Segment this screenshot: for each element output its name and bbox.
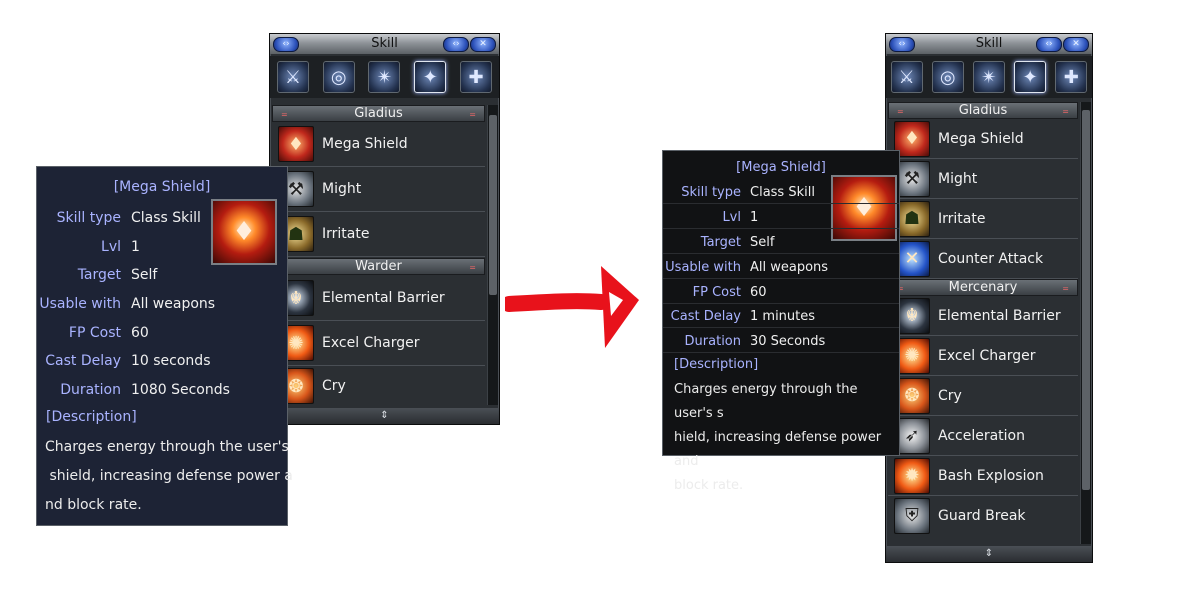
window-title: Skill (371, 36, 398, 51)
skill-name: Cry (938, 387, 962, 404)
skill-name: Irritate (322, 226, 370, 242)
skill-tooltip-before: [Mega Shield] ♦ Skill type Class Skill Lv… (36, 166, 293, 526)
shatter-icon[interactable]: ✴ (972, 61, 1005, 93)
skill-item-mega-shield[interactable]: ♦ Mega Shield (272, 122, 485, 167)
skill-item-acceleration[interactable]: ➶ Acceleration (888, 416, 1078, 456)
tooltip-row-fp-cost: FP Cost 60 (68, 325, 149, 341)
skill-item-irritate[interactable]: ☗ Irritate (272, 212, 485, 257)
skill-name: Might (938, 170, 978, 187)
holy-star-icon[interactable]: ✦ (414, 61, 447, 93)
skill-window-before: Skill ‹› ‹› ✕ ⚔ ◎ ✴ ✦ ✚ = Gladius = ♦ Mega… (269, 33, 500, 425)
target-icon[interactable]: ◎ (322, 61, 355, 93)
shield-emblem-icon: ♦ (211, 199, 277, 265)
tooltip-row-skill-type: Skill type Class Skill (56, 210, 201, 226)
close-button[interactable]: ✕ (1063, 37, 1089, 52)
skill-name: Irritate (938, 210, 986, 227)
tooltip-title: [Mega Shield] (736, 160, 826, 175)
scrollbar-thumb[interactable] (489, 115, 497, 295)
tooltip-row-usable-with: Usable with All weapons (663, 256, 899, 279)
skill-item-might[interactable]: ⚒ Might (888, 159, 1078, 199)
tooltip-description: Charges energy through the user's shield… (45, 439, 293, 513)
help-button[interactable]: ‹› (443, 37, 469, 52)
skill-name: Might (322, 181, 362, 197)
skill-item-excel-charger[interactable]: ✺ Excel Charger (888, 336, 1078, 376)
skill-tab-row: ⚔ ◎ ✴ ✦ ✚ (270, 56, 499, 98)
resize-handle[interactable]: ⇕ (270, 408, 499, 424)
arrow-right-icon (505, 266, 639, 348)
tooltip-row-usable-with: Usable with All weapons (39, 296, 216, 312)
category-header-gladius[interactable]: = Gladius = (272, 105, 485, 122)
skill-name: Bash Explosion (938, 467, 1044, 484)
skill-item-might[interactable]: ⚒ Might (272, 167, 485, 212)
skill-tab-row: ⚔ ◎ ✴ ✦ ✚ (886, 56, 1092, 98)
skill-item-excel-charger[interactable]: ✺ Excel Charger (272, 321, 485, 366)
skill-name: Counter Attack (938, 250, 1044, 267)
bash-explosion-icon: ✹ (894, 457, 930, 494)
skill-item-irritate[interactable]: ☗ Irritate (888, 199, 1078, 239)
tooltip-description-label: [Description] (674, 357, 759, 372)
shatter-icon[interactable]: ✴ (368, 61, 401, 93)
skill-name: Elemental Barrier (322, 290, 445, 306)
skill-item-elemental-barrier[interactable]: ☬ Elemental Barrier (272, 276, 485, 321)
guard-break-icon: ⛨ (894, 497, 930, 534)
skill-item-elemental-barrier[interactable]: ☬ Elemental Barrier (888, 296, 1078, 336)
skill-list-scrollbar[interactable] (1080, 102, 1091, 544)
skill-item-cry[interactable]: ❂ Cry (888, 376, 1078, 416)
tooltip-row-cast-delay: Cast Delay 1 minutes (663, 305, 899, 328)
skill-item-guard-break[interactable]: ⛨ Guard Break (888, 496, 1078, 535)
tooltip-title: [Mega Shield] (113, 179, 211, 195)
crossed-swords-icon[interactable]: ⚔ (276, 61, 309, 93)
skill-name: Guard Break (938, 507, 1026, 524)
skill-item-mega-shield[interactable]: ♦ Mega Shield (888, 119, 1078, 159)
tooltip-row-skill-type: Skill type Class Skill (663, 181, 899, 204)
skill-name: Mega Shield (938, 130, 1024, 147)
close-button[interactable]: ✕ (470, 37, 496, 52)
help-button[interactable]: ‹› (1036, 37, 1062, 52)
scrollbar-thumb[interactable] (1082, 110, 1090, 490)
tooltip-row-fp-cost: FP Cost 60 (663, 281, 899, 304)
shield-emblem-icon: ♦ (278, 126, 314, 162)
holy-star-icon[interactable]: ✦ (1014, 61, 1047, 93)
skill-name: Acceleration (938, 427, 1025, 444)
tooltip-row-target: Target Self (77, 267, 158, 283)
skill-item-counter-attack[interactable]: ✕ Counter Attack (888, 239, 1078, 279)
tooltip-description-label: [Description] (46, 409, 137, 425)
skill-name: Elemental Barrier (938, 307, 1061, 324)
skill-tooltip-after: [Mega Shield] ♦ Skill type Class Skill Lv… (662, 150, 900, 493)
crossed-swords-icon[interactable]: ⚔ (890, 61, 923, 93)
tooltip-row-cast-delay: Cast Delay 10 seconds (45, 353, 211, 369)
radiant-cross-icon[interactable]: ✚ (460, 61, 493, 93)
skill-name: Mega Shield (322, 136, 408, 152)
target-icon[interactable]: ◎ (931, 61, 964, 93)
category-header-warder[interactable]: =Warder= (272, 258, 485, 275)
tooltip-description: Charges energy through the user's s hiel… (674, 382, 882, 493)
tooltip-row-duration: Duration 30 Seconds (663, 330, 899, 353)
skill-list-scrollbar[interactable] (487, 105, 498, 405)
minimize-button[interactable]: ‹› (889, 37, 915, 52)
minimize-button[interactable]: ‹› (273, 37, 299, 52)
skill-item-bash-explosion[interactable]: ✹ Bash Explosion (888, 456, 1078, 496)
category-header-mercenary[interactable]: = Mercenary = (888, 279, 1078, 296)
category-header-gladius[interactable]: = Gladius = (888, 102, 1078, 119)
skill-name: Excel Charger (938, 347, 1036, 364)
skill-name: Excel Charger (322, 335, 420, 351)
skill-item-cry[interactable]: ❂ Cry (272, 366, 485, 406)
skill-window-after: Skill ‹› ‹› ✕ ⚔ ◎ ✴ ✦ ✚ = Gladius = ♦ Mega… (885, 33, 1093, 563)
window-title: Skill (975, 36, 1003, 51)
tooltip-row-duration: Duration 1080 Seconds (60, 382, 230, 398)
resize-handle[interactable]: ⇕ (886, 546, 1092, 562)
tooltip-row-lvl: Lvl 1 (101, 239, 140, 255)
radiant-cross-icon[interactable]: ✚ (1055, 61, 1088, 93)
tooltip-row-lvl: Lvl 1 (663, 206, 899, 229)
skill-name: Cry (322, 378, 346, 394)
tooltip-row-target: Target Self (663, 231, 899, 254)
